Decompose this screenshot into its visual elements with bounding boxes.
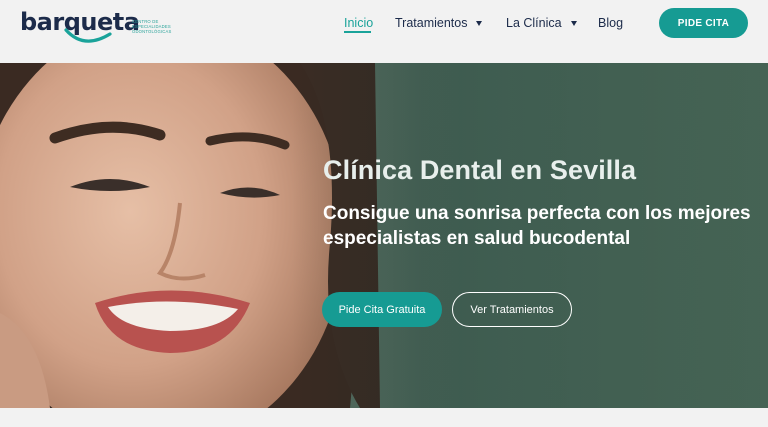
hero-section: Clínica Dental en Sevilla Consigue una s…	[0, 63, 768, 408]
nav-item-inicio[interactable]: Inicio	[344, 16, 373, 30]
logo-tagline: CENTRO DE ESPECIALIDADES ODONTOLÓGICAS	[132, 19, 172, 34]
nav-item-blog[interactable]: Blog	[598, 16, 623, 30]
active-nav-underline	[344, 31, 371, 33]
site-header: barqueta CENTRO DE ESPECIALIDADES ODONTO…	[0, 0, 768, 63]
ver-tratamientos-button[interactable]: Ver Tratamientos	[452, 292, 572, 327]
nav-item-la-clinica[interactable]: La Clínica	[506, 16, 577, 30]
logo-smile-icon	[64, 28, 112, 43]
nav-item-label: Tratamientos	[395, 16, 468, 30]
nav-item-label: Blog	[598, 16, 624, 30]
nav-item-label: La Clínica	[506, 16, 562, 30]
below-hero-strip	[0, 408, 768, 427]
hero-title: Clínica Dental en Sevilla	[323, 155, 637, 185]
pide-cita-gratuita-button[interactable]: Pide Cita Gratuita	[322, 292, 442, 327]
hero-subtitle: Consigue una sonrisa perfecta con los me…	[323, 203, 751, 249]
caret-down-icon	[570, 20, 577, 26]
caret-down-icon	[476, 20, 483, 26]
nav-item-tratamientos[interactable]: Tratamientos	[395, 16, 483, 30]
pide-cita-button[interactable]: PIDE CITA	[659, 8, 748, 38]
brand-logo[interactable]: barqueta CENTRO DE ESPECIALIDADES ODONTO…	[20, 8, 171, 44]
nav-item-label: Inicio	[344, 16, 374, 30]
